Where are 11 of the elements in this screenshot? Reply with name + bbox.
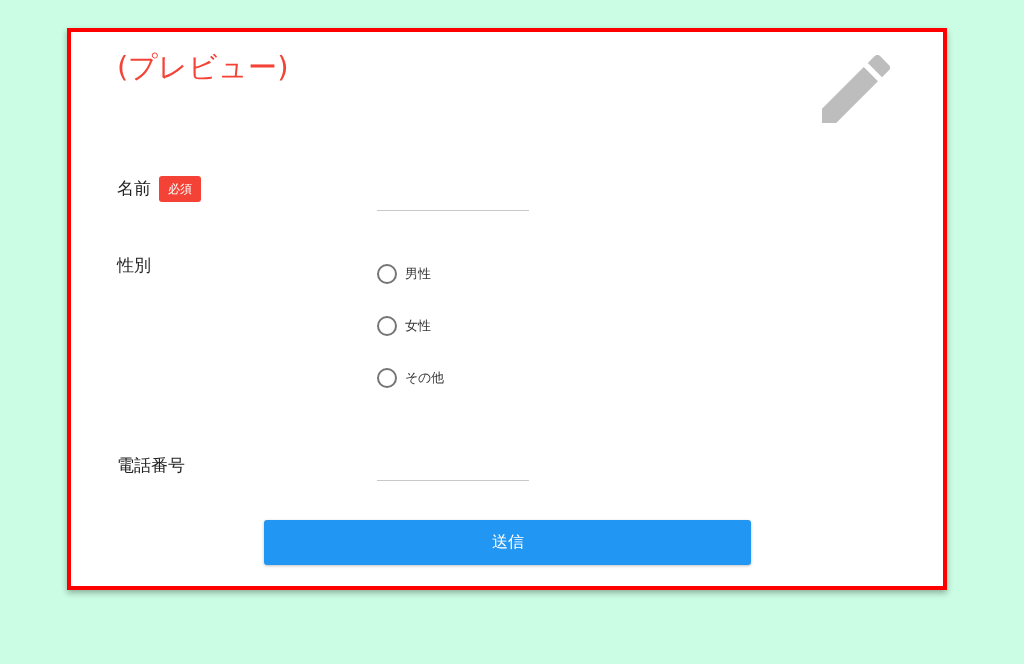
field-label: 電話番号 [117, 455, 185, 475]
radio-option[interactable]: 女性 [377, 311, 890, 341]
required-badge: 必須 [159, 176, 201, 202]
preview-title: (プレビュー) [117, 49, 289, 85]
radio-icon[interactable] [377, 264, 397, 284]
radio-option[interactable]: その他 [377, 363, 890, 393]
radio-option[interactable]: 男性 [377, 259, 890, 289]
field-label: 性別 [117, 255, 151, 275]
radio-icon[interactable] [377, 368, 397, 388]
field-label: 名前 [117, 178, 151, 198]
radio-icon[interactable] [377, 316, 397, 336]
